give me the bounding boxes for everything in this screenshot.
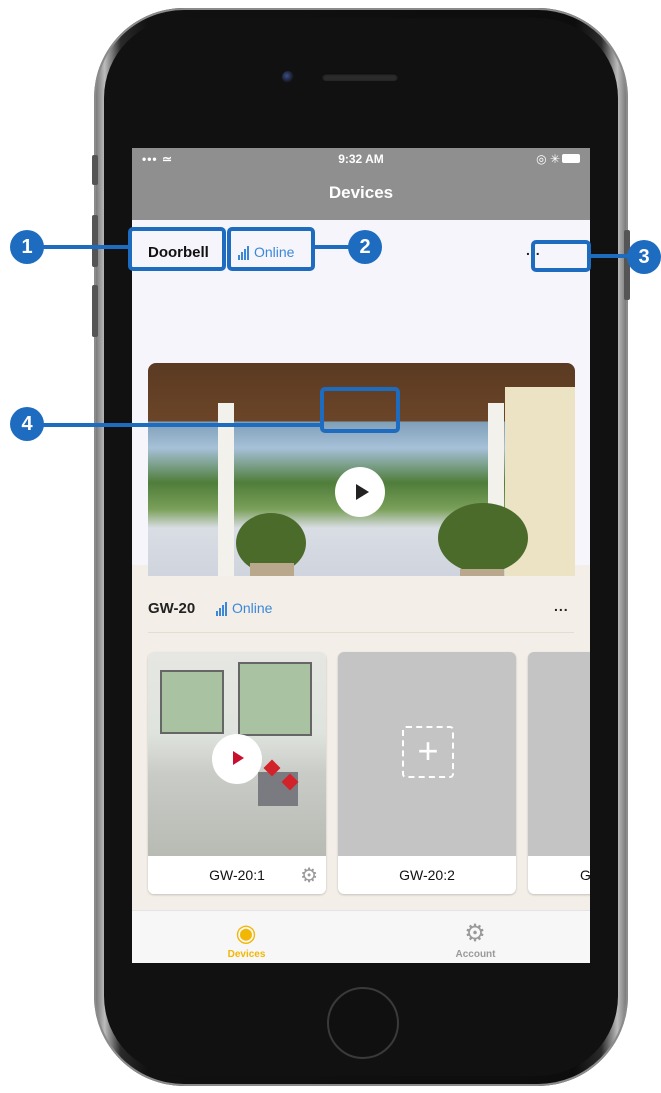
status-time: 9:32 AM xyxy=(338,152,384,166)
gw20-status: Online xyxy=(216,600,272,616)
mute-switch xyxy=(92,155,98,185)
gw20-name[interactable]: GW-20 xyxy=(148,600,195,617)
callout-highlight-name xyxy=(128,227,226,271)
volume-up-button xyxy=(92,215,98,267)
window xyxy=(160,670,224,734)
channel-2-label: GW-20:2 xyxy=(338,856,516,894)
channel-card-3[interactable]: G xyxy=(528,652,590,894)
status-bar: ••• ≃ 9:32 AM ◎ ✳ xyxy=(132,148,590,170)
tab-account[interactable]: ⚙ Account xyxy=(361,911,590,963)
callout-line xyxy=(40,245,130,249)
nav-bar: Devices xyxy=(132,170,590,220)
divider xyxy=(148,632,574,633)
play-button[interactable] xyxy=(335,467,385,517)
page-title: Devices xyxy=(328,183,394,202)
channel-1-preview[interactable] xyxy=(148,652,326,856)
gw20-status-text: Online xyxy=(232,600,273,616)
gw20-section: GW-20 Online ... GW-20:1 ⚙ + GW-20:2 G xyxy=(132,576,590,911)
callout-badge-3: 3 xyxy=(627,240,661,274)
callout-highlight-play xyxy=(320,387,400,433)
tab-bar: ◉ Devices ⚙ Account xyxy=(132,910,590,963)
tab-devices-label: Devices xyxy=(227,949,266,960)
front-camera xyxy=(282,71,294,83)
battery-icon xyxy=(562,154,580,163)
camera-icon: ◉ xyxy=(235,920,257,947)
gw20-more-button[interactable]: ... xyxy=(554,598,569,614)
window xyxy=(238,662,312,736)
callout-line xyxy=(40,423,322,427)
callout-highlight-more xyxy=(531,240,591,272)
channel-card-1[interactable]: GW-20:1 ⚙ xyxy=(148,652,326,894)
channel-settings-gear-icon[interactable]: ⚙ xyxy=(300,866,318,886)
volume-down-button xyxy=(92,285,98,337)
tab-account-label: Account xyxy=(455,949,496,960)
callout-badge-1: 1 xyxy=(10,230,44,264)
channel-card-2[interactable]: + GW-20:2 xyxy=(338,652,516,894)
callout-badge-2: 2 xyxy=(348,230,382,264)
signal-icon xyxy=(216,600,228,616)
gear-icon: ⚙ xyxy=(464,920,486,947)
tab-devices[interactable]: ◉ Devices xyxy=(132,911,361,963)
callout-line xyxy=(313,245,353,249)
plant xyxy=(438,503,528,573)
add-camera-plus-icon[interactable]: + xyxy=(402,726,454,778)
play-button[interactable] xyxy=(212,734,262,784)
home-button[interactable] xyxy=(327,987,399,1059)
earpiece-speaker xyxy=(322,73,398,81)
alarm-bluetooth-icon: ◎ ✳ xyxy=(536,152,560,166)
callout-badge-4: 4 xyxy=(10,407,44,441)
channel-3-label: G xyxy=(528,856,590,894)
callout-highlight-status xyxy=(227,227,315,271)
